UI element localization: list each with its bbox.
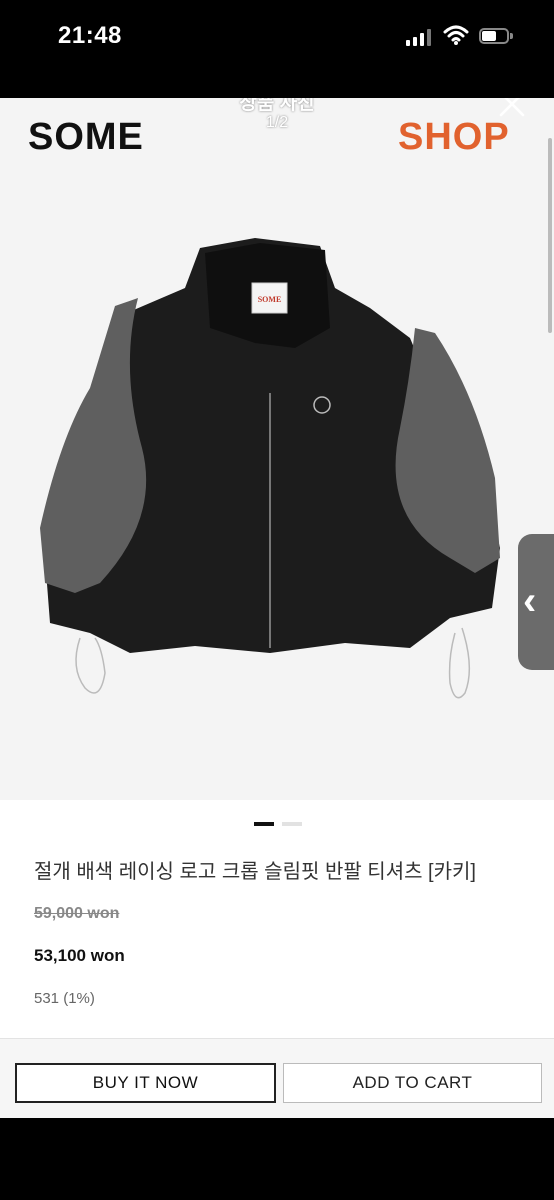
pagination-dot[interactable] (282, 822, 302, 826)
image-counter: 1/2 (265, 114, 289, 131)
add-to-cart-button[interactable]: ADD TO CART (283, 1063, 542, 1103)
bottom-bar (0, 1118, 554, 1200)
reward-points: 531 (1%) (34, 990, 95, 1007)
sale-price: 53,100 won (34, 946, 125, 965)
viewer-title: 상품 사진 (239, 98, 315, 114)
wifi-icon (443, 25, 469, 45)
buy-now-button[interactable]: BUY IT NOW (15, 1063, 276, 1103)
product-photo-vest: SOME (40, 238, 500, 699)
status-bar: 21:48 (0, 0, 554, 80)
product-info: 절개 배색 레이싱 로고 크롭 슬림핏 반팔 티셔츠 [카키] 59,000 w… (0, 800, 554, 1038)
cellular-signal-icon (406, 28, 434, 46)
product-name: 절개 배색 레이싱 로고 크롭 슬림핏 반팔 티셔츠 [카키] (34, 861, 476, 883)
close-icon[interactable] (496, 98, 528, 120)
status-time: 21:48 (58, 22, 122, 49)
original-price: 59,000 won (34, 905, 120, 922)
product-image-viewer[interactable]: SOME SHOP 상품 사진 1/2 SOME ‹ (0, 98, 554, 800)
side-handle[interactable]: ‹ (518, 534, 554, 670)
pagination-dot-active[interactable] (254, 822, 274, 826)
scrollbar[interactable] (548, 138, 552, 333)
chevron-left-icon: ‹ (523, 579, 537, 623)
battery-icon (479, 28, 515, 46)
garment-label-text: SOME (258, 295, 282, 304)
action-bar: BUY IT NOW ADD TO CART (0, 1038, 554, 1118)
